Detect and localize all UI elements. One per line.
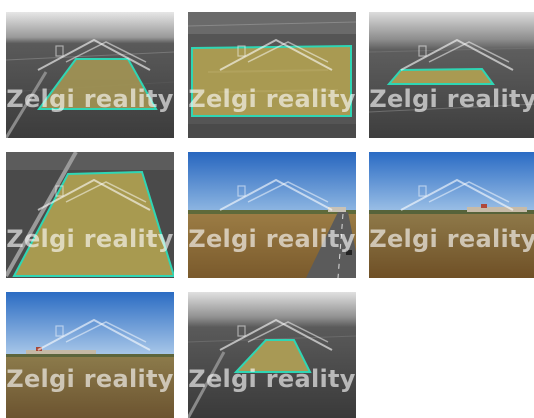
- thumbnail-image: [6, 292, 174, 418]
- thumbnail-image: [188, 292, 356, 418]
- photo-gallery: Zelgi reality Zelgi reality Zelgi realit…: [0, 0, 534, 418]
- thumbnail-image: [188, 152, 356, 278]
- gallery-thumbnail[interactable]: Zelgi reality: [188, 12, 356, 138]
- gallery-thumbnail[interactable]: Zelgi reality: [369, 12, 534, 138]
- thumbnail-image: [6, 12, 174, 138]
- gallery-thumbnail[interactable]: Zelgi reality: [6, 152, 174, 278]
- thumbnail-image: [369, 152, 534, 278]
- thumbnail-image: [6, 152, 174, 278]
- gallery-thumbnail[interactable]: Zelgi reality: [188, 152, 356, 278]
- gallery-thumbnail[interactable]: Zelgi reality: [369, 152, 534, 278]
- gallery-thumbnail[interactable]: Zelgi reality: [6, 292, 174, 418]
- thumbnail-image: [369, 12, 534, 138]
- gallery-thumbnail[interactable]: Zelgi reality: [188, 292, 356, 418]
- gallery-thumbnail[interactable]: Zelgi reality: [6, 12, 174, 138]
- thumbnail-image: [188, 12, 356, 138]
